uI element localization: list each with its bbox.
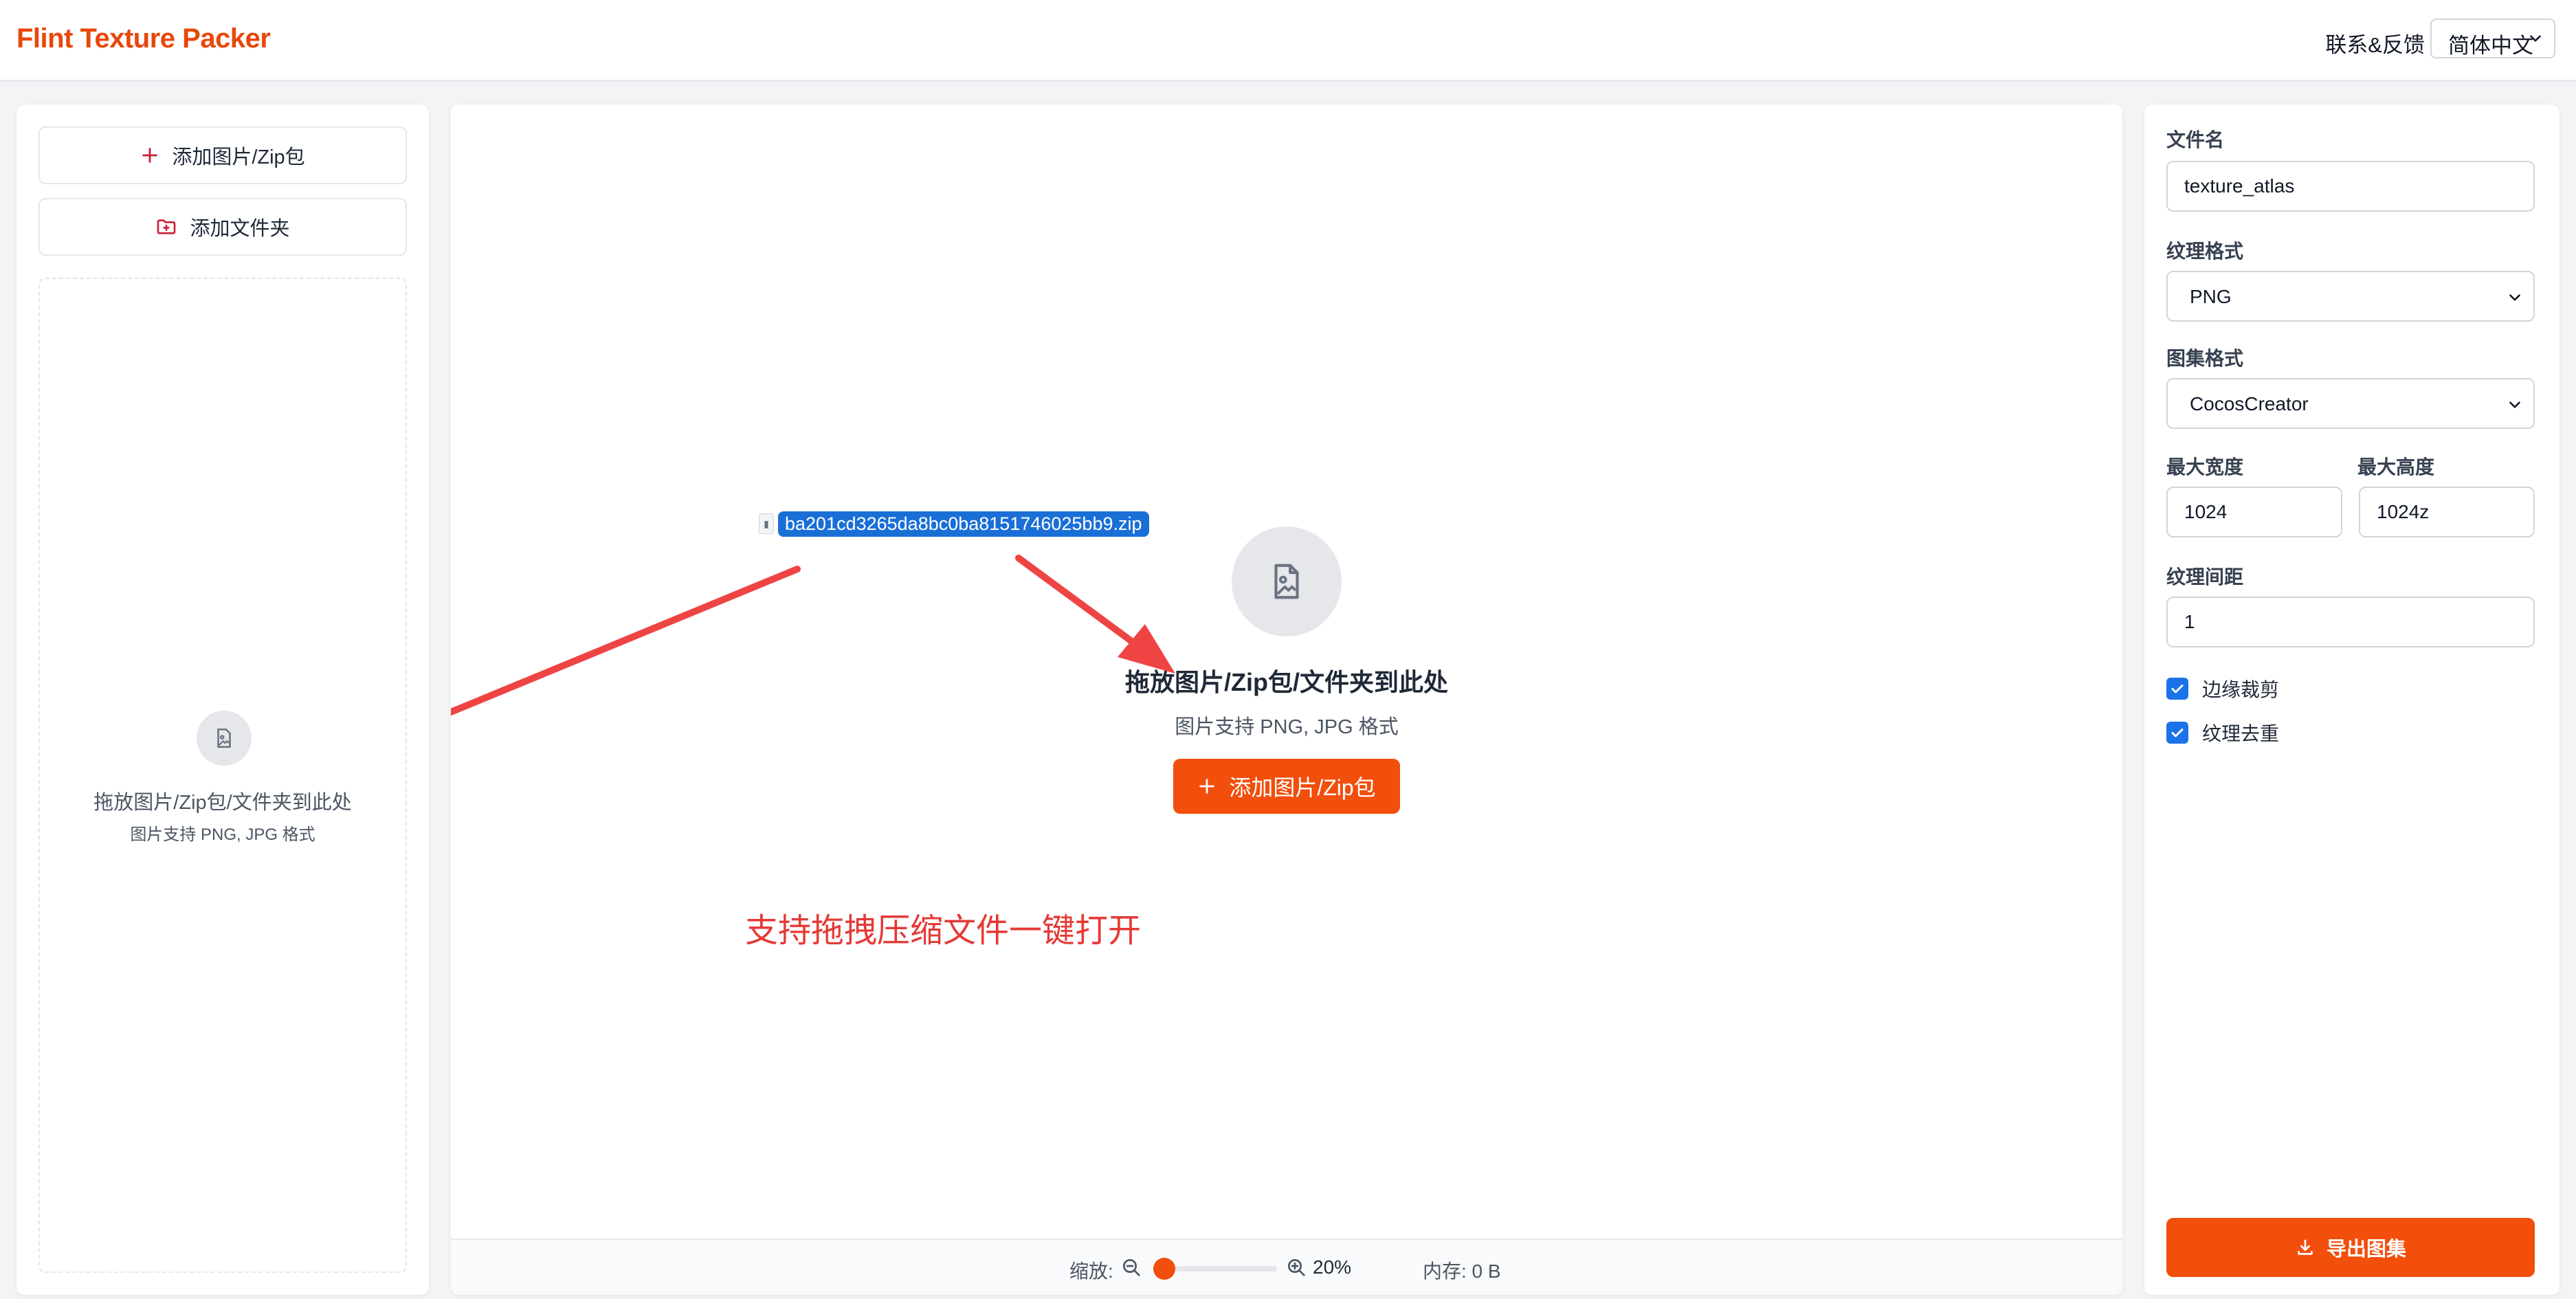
add-folder-button[interactable]: 添加文件夹: [38, 198, 407, 256]
canvas-add-images-button[interactable]: 添加图片/Zip包: [1173, 759, 1400, 814]
trim-option[interactable]: 边缘裁剪: [2166, 675, 2279, 702]
zoom-value: 20%: [1313, 1256, 1352, 1278]
dedupe-checkbox[interactable]: [2166, 722, 2188, 744]
atlas-format-select[interactable]: CocosCreator: [2166, 378, 2535, 429]
dedupe-label: 纹理去重: [2202, 723, 2280, 744]
dragged-file-name: ba201cd3265da8bc0ba8151746025bb9.zip: [778, 511, 1149, 537]
dragged-zip-file[interactable]: ▮ ba201cd3265da8bc0ba8151746025bb9.zip: [759, 511, 1149, 537]
feedback-link[interactable]: 联系&反馈: [2325, 27, 2425, 58]
export-atlas-label: 导出图集: [2326, 1239, 2406, 1261]
sidebar-drop-icon-circle: [197, 711, 252, 766]
app-header: Flint Texture Packer 联系&反馈 简体中文: [0, 0, 2576, 81]
check-icon: [2171, 685, 2184, 693]
annotation-arrows: [451, 555, 1175, 716]
language-select[interactable]: 简体中文: [2430, 19, 2555, 58]
canvas-drop-zone[interactable]: 拖放图片/Zip包/文件夹到此处 图片支持 PNG, JPG 格式 添加图片/Z…: [451, 104, 2122, 1295]
zoom-out-icon[interactable]: [1120, 1256, 1142, 1278]
check-icon: [2171, 729, 2184, 737]
export-atlas-button[interactable]: 导出图集: [2166, 1218, 2535, 1277]
sidebar-drop-title: 拖放图片/Zip包/文件夹到此处: [93, 792, 352, 814]
app-title: Flint Texture Packer: [16, 23, 271, 54]
atlas-format-value: CocosCreator: [2190, 393, 2309, 414]
settings-panel: 文件名 纹理格式 PNG 图集格式 CocosCreator 最大宽度 最大高度…: [2144, 104, 2560, 1295]
plus-icon: [142, 148, 158, 163]
drag-zip-annotation: 支持拖拽压缩文件一键打开: [745, 913, 1142, 949]
max-width-input[interactable]: [2166, 487, 2342, 537]
canvas-drop-icon-circle: [1232, 526, 1342, 636]
sidebar-drop-subtitle: 图片支持 PNG, JPG 格式: [130, 825, 315, 844]
canvas-drop-subtitle: 图片支持 PNG, JPG 格式: [1175, 716, 1399, 738]
zoom-label: 缩放:: [1069, 1261, 1113, 1282]
max-height-input[interactable]: [2359, 487, 2535, 537]
add-folder-label: 添加文件夹: [190, 218, 290, 240]
sidebar-drop-zone[interactable]: 拖放图片/Zip包/文件夹到此处 图片支持 PNG, JPG 格式: [38, 278, 407, 1273]
canvas-add-images-label: 添加图片/Zip包: [1229, 775, 1376, 800]
add-images-label: 添加图片/Zip包: [172, 146, 305, 168]
zoom-slider-thumb[interactable]: [1153, 1258, 1175, 1280]
chevron-down-icon: [2509, 294, 2520, 301]
folder-plus-icon: [157, 219, 176, 234]
spacing-label: 纹理间距: [2166, 566, 2244, 588]
file-list-panel: 添加图片/Zip包 添加文件夹 拖放图片/Zip包/文件夹到此处 图片支持 PN…: [16, 104, 429, 1295]
filename-label: 文件名: [2166, 129, 2225, 151]
plus-icon: [1199, 779, 1215, 794]
image-file-icon: [217, 728, 231, 748]
arrow-to-canvas: [1015, 555, 1175, 674]
add-images-button[interactable]: 添加图片/Zip包: [38, 126, 407, 184]
canvas-status-bar: 缩放: 20% 内存: 0 B: [451, 1239, 2122, 1295]
filename-input[interactable]: [2166, 161, 2535, 212]
canvas-drop-title: 拖放图片/Zip包/文件夹到此处: [1125, 668, 1448, 696]
trim-label: 边缘裁剪: [2202, 679, 2280, 700]
image-file-icon: [1274, 564, 1299, 599]
zip-file-icon: ▮: [759, 513, 774, 534]
trim-checkbox[interactable]: [2166, 678, 2188, 700]
spacing-input[interactable]: [2166, 597, 2535, 647]
zoom-in-icon[interactable]: [1285, 1256, 1307, 1278]
max-height-label: 最大高度: [2357, 456, 2435, 478]
download-icon: [2298, 1239, 2313, 1255]
texture-format-label: 纹理格式: [2166, 241, 2244, 262]
dedupe-option[interactable]: 纹理去重: [2166, 719, 2279, 746]
chevron-down-icon: [2530, 35, 2541, 42]
texture-format-value: PNG: [2190, 286, 2232, 307]
max-width-label: 最大宽度: [2166, 456, 2244, 478]
atlas-format-label: 图集格式: [2166, 348, 2244, 369]
memory-usage: 内存: 0 B: [1423, 1261, 1501, 1282]
texture-format-select[interactable]: PNG: [2166, 271, 2535, 322]
chevron-down-icon: [2509, 401, 2520, 408]
language-select-value: 简体中文: [2448, 34, 2533, 58]
